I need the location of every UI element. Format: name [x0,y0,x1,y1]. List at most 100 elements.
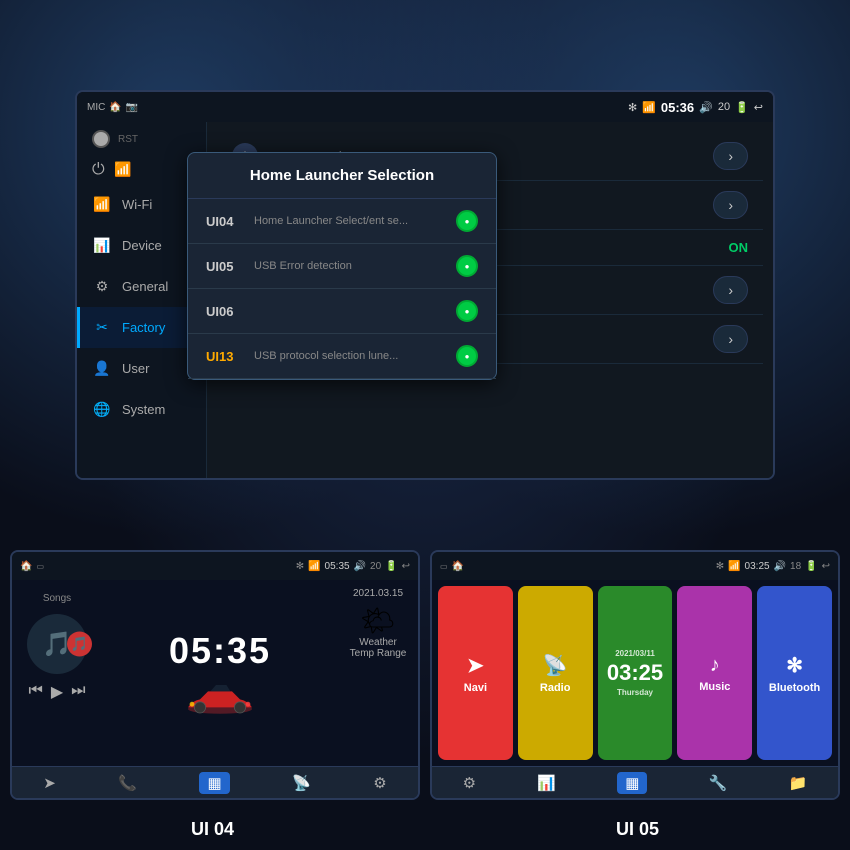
ui04-bt-icon: ✻ [296,561,304,572]
ui04-screen-icon: ▭ [36,562,44,571]
ui04-bar-left: 🏠 ▭ [20,561,44,572]
battery-icon: 🔋 [735,101,749,114]
export-arrow[interactable]: › [713,325,748,353]
ui04-nav-bar: ➤ 📞 ▦ 📡 ⚙ [12,766,418,798]
system-sidebar-icon: 🌐 [92,401,112,418]
ui04-vol-icon: 🔊 [354,561,366,572]
clock-tile-day: Thursday [617,688,653,697]
car-silhouette [180,677,260,717]
factory-sidebar-icon: ✂ [92,319,112,336]
ui04-temp-label: Temp Range [350,648,407,659]
status-bar: MIC 🏠 📷 ✻ 📶 05:36 🔊 20 🔋 ↩ [77,92,773,122]
popup-row-ui06[interactable]: UI06 [188,289,496,334]
nav-nav-icon[interactable]: ➤ [43,774,56,792]
ui04-back-icon[interactable]: ↩ [402,561,410,572]
music-tile[interactable]: ♪ Music [677,586,752,760]
nav-apps-icon[interactable]: ▦ [199,772,229,794]
rst-label: RST [118,134,138,145]
nav-settings-icon[interactable]: ⚙ [373,774,386,792]
ui04-time: 05:35 [325,561,350,572]
status-right: ✻ 📶 05:36 🔊 20 🔋 ↩ [628,100,763,115]
play-icon[interactable]: ▶ [51,682,63,702]
navi-tile[interactable]: ➤ Navi [438,586,513,760]
ui05-back-icon[interactable]: ↩ [822,561,830,572]
next-icon[interactable]: ⏭ [71,682,85,702]
usb-protocol-arrow[interactable]: › [713,276,748,304]
ui05-option-desc: USB Error detection [254,260,456,272]
signal-icon: 📶 [114,161,131,177]
ui04-weather-icon: 🌤 [360,604,396,637]
ui04-bar-center: ✻ 📶 05:35 🔊 20 🔋 ↩ [296,561,410,572]
popup-row-ui13[interactable]: UI13 USB protocol selection lune... [188,334,496,379]
music-controls: ⏮ ▶ ⏭ [28,682,85,702]
popup-dialog: Home Launcher Selection UI04 Home Launch… [187,152,497,380]
music-tile-label: Music [699,681,730,693]
ui04-center-section: 05:35 [102,580,338,766]
ui05-time: 03:25 [745,561,770,572]
ui04-wifi-bar-icon: 📶 [308,561,320,572]
ui05-panel: ▭ 🏠 ✻ 📶 03:25 🔊 18 🔋 ↩ ➤ Navi [430,550,840,800]
status-left: MIC 🏠 📷 [87,102,138,113]
radio-tile-label: Radio [540,682,571,694]
ui04-clock: 05:35 [169,630,271,672]
radio-tile-icon: 📡 [543,653,568,678]
popup-row-ui05[interactable]: UI05 USB Error detection [188,244,496,289]
ui04-option-desc: Home Launcher Select/ent se... [254,215,456,227]
system-label: System [122,402,165,417]
launcher-arrow[interactable]: › [713,191,748,219]
home-icon: 🏠 [109,102,121,113]
volume-icon: 🔊 [699,101,713,114]
back-icon[interactable]: ↩ [754,101,763,114]
time-display: 05:36 [661,100,694,115]
general-label: General [122,279,168,294]
nav-phone-icon[interactable]: 📞 [118,774,137,792]
ui05-gear-icon[interactable]: 🔧 [709,774,728,792]
popup-row-ui04[interactable]: UI04 Home Launcher Select/ent se... [188,199,496,244]
ui05-apps-icon[interactable]: ▦ [617,772,647,794]
wifi-icon: 📶 [642,101,656,114]
bluetooth-tile-label: Bluetooth [769,682,820,694]
ui05-wifi-bar-icon: 📶 [728,561,740,572]
battery-level: 20 [718,101,730,113]
ui05-toggle[interactable] [456,255,478,277]
user-label: User [122,361,149,376]
bluetooth-tile[interactable]: ✻ Bluetooth [757,586,832,760]
radio-tile[interactable]: 📡 Radio [518,586,593,760]
wifi-sidebar-icon: 📶 [92,196,112,213]
ui13-toggle[interactable] [456,345,478,367]
main-screen: MIC 🏠 📷 ✻ 📶 05:36 🔊 20 🔋 ↩ RST ⏻ 📶 📶 [75,90,775,480]
nav-signal-icon[interactable]: 📡 [292,774,311,792]
ui04-weather-section: 2021.03.15 🌤 Weather Temp Range [338,580,418,766]
user-sidebar-icon: 👤 [92,360,112,377]
ui05-panel-label: UI 05 [425,819,850,840]
clock-tile[interactable]: 2021/03/11 03:25 Thursday [598,586,673,760]
prev-icon[interactable]: ⏮ [28,682,42,702]
ui04-battery-icon: 🔋 [385,561,397,572]
ui04-status-bar: 🏠 ▭ ✻ 📶 05:35 🔊 20 🔋 ↩ [12,552,418,580]
ui05-tiles-row: ➤ Navi 📡 Radio 2021/03/11 03:25 Thursday… [432,580,838,766]
ui13-option-desc: USB protocol selection lune... [254,350,456,362]
songs-label: Songs [43,593,71,604]
power-icon: ⏻ [92,161,105,178]
ui04-panel-label: UI 04 [0,819,425,840]
ui05-option-label: UI05 [206,259,246,274]
ui06-toggle[interactable] [456,300,478,322]
ui04-option-label: UI04 [206,214,246,229]
bluetooth-icon: ✻ [628,101,637,114]
usb-error-toggle[interactable]: ON [729,240,749,255]
ui05-status-bar: ▭ 🏠 ✻ 📶 03:25 🔊 18 🔋 ↩ [432,552,838,580]
general-sidebar-icon: ⚙ [92,278,112,295]
ui05-folder-icon[interactable]: 📁 [789,774,808,792]
device-label: Device [122,238,162,253]
sidebar-item-system[interactable]: 🌐 System [77,389,206,430]
ui05-chart-icon[interactable]: 📊 [537,774,556,792]
rst-area: RST [77,122,206,156]
ui05-settings2-icon[interactable]: ⚙ [463,774,476,792]
ui05-battery-icon: 🔋 [805,561,817,572]
mcu-arrow[interactable]: › [713,142,748,170]
navi-tile-label: Navi [464,682,487,694]
wifi-label: Wi-Fi [122,197,152,212]
ui04-toggle[interactable] [456,210,478,232]
ui04-weather-label: Weather [359,637,397,648]
music-album-art: 🎵 🎵 [27,614,87,674]
